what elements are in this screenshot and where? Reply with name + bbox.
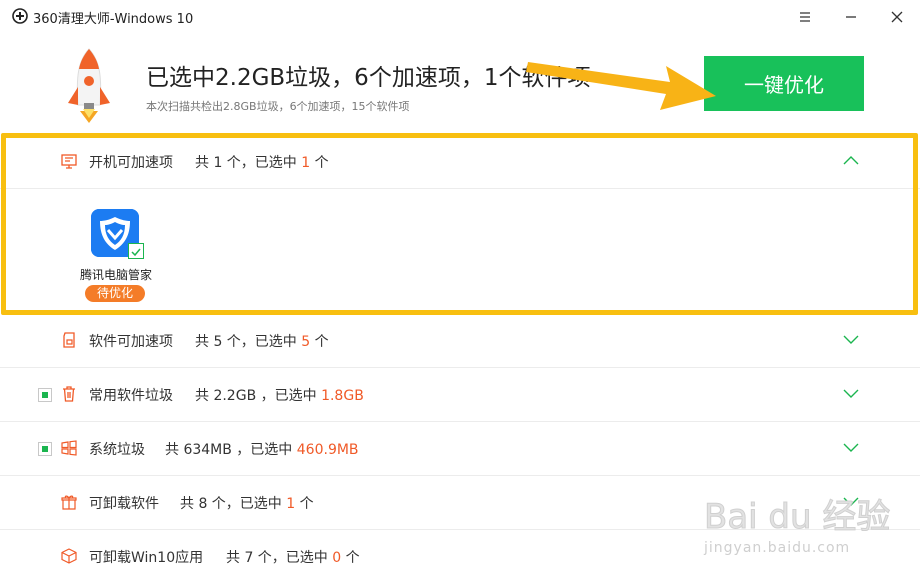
rocket-icon xyxy=(68,48,110,123)
app-name: 腾讯电脑管家 xyxy=(79,268,152,282)
selected-size: 1.8GB xyxy=(321,388,364,404)
title-bar: 360清理大师-Windows 10 xyxy=(0,0,920,34)
app-checkbox[interactable] xyxy=(128,243,144,259)
menu-icon xyxy=(800,12,810,22)
close-button[interactable] xyxy=(884,4,910,30)
section-software-speed-header[interactable]: 软件可加速项 共 5 个，已选中 5 个 xyxy=(0,313,920,367)
minimize-button[interactable] xyxy=(838,4,864,30)
startup-apps-panel: 腾讯电脑管家 待优化 xyxy=(0,188,920,312)
watermark-url: jingyan.baidu.com xyxy=(704,540,851,556)
close-icon xyxy=(891,11,903,23)
gift-box-icon xyxy=(61,495,77,510)
check-icon xyxy=(131,248,141,257)
section-uninstall-software: 可卸载软件 共 8 个，已选中 1 个 xyxy=(0,475,920,530)
selected-count: 0 xyxy=(332,550,342,566)
section-startup: 开机可加速项 共 1 个，已选中 1 个 xyxy=(0,134,920,189)
section-checkbox[interactable] xyxy=(38,442,52,456)
summary-header: 已选中2.2GB垃圾，6个加速项，1个软件项 本次扫描共检出2.8GB垃圾，6个… xyxy=(0,34,920,130)
section-label: 软件可加速项 xyxy=(89,334,173,350)
section-label: 可卸载软件 xyxy=(89,496,159,512)
section-software-junk: 常用软件垃圾 共 2.2GB ，已选中 1.8GB xyxy=(0,367,920,422)
section-label: 可卸载Win10应用 xyxy=(89,550,204,566)
section-startup-header[interactable]: 开机可加速项 共 1 个，已选中 1 个 xyxy=(0,134,920,188)
selected-count: 1 xyxy=(286,496,296,512)
section-stat: 共 5 个，已选中 5 个 xyxy=(195,334,329,350)
section-system-junk-header[interactable]: 系统垃圾 共 634MB ，已选中 460.9MB xyxy=(0,421,920,475)
section-label: 常用软件垃圾 xyxy=(89,388,173,404)
monitor-icon xyxy=(61,154,77,169)
section-stat: 共 8 个，已选中 1 个 xyxy=(180,496,314,512)
selection-summary: 已选中2.2GB垃圾，6个加速项，1个软件项 xyxy=(146,65,591,91)
section-uninstall-software-header[interactable]: 可卸载软件 共 8 个，已选中 1 个 xyxy=(0,475,920,529)
section-stat: 共 634MB ，已选中 460.9MB xyxy=(165,442,359,458)
section-checkbox[interactable] xyxy=(38,388,52,402)
sd-card-icon xyxy=(63,332,75,348)
chevron-down-icon[interactable] xyxy=(842,387,860,399)
section-label: 系统垃圾 xyxy=(89,442,145,458)
one-click-optimize-button[interactable]: 一键优化 xyxy=(704,56,864,111)
chevron-down-icon[interactable] xyxy=(842,333,860,345)
selected-count: 5 xyxy=(301,334,311,350)
selected-count: 1 xyxy=(301,155,311,171)
chevron-down-icon[interactable] xyxy=(842,495,860,507)
section-software-speed: 软件可加速项 共 5 个，已选中 5 个 xyxy=(0,313,920,368)
section-stat: 共 1 个，已选中 1 个 xyxy=(195,155,329,171)
plus-circle-icon xyxy=(12,8,28,24)
windows-icon xyxy=(61,440,77,456)
section-label: 开机可加速项 xyxy=(89,155,173,171)
minimize-icon xyxy=(846,16,856,18)
chevron-up-icon[interactable] xyxy=(842,154,860,166)
section-software-junk-header[interactable]: 常用软件垃圾 共 2.2GB ，已选中 1.8GB xyxy=(0,367,920,421)
section-stat: 共 2.2GB ，已选中 1.8GB xyxy=(195,388,364,404)
section-system-junk: 系统垃圾 共 634MB ，已选中 460.9MB xyxy=(0,421,920,476)
section-stat: 共 7 个，已选中 0 个 xyxy=(226,550,360,566)
pending-badge: 待优化 xyxy=(85,285,145,302)
package-icon xyxy=(61,548,77,564)
chevron-down-icon[interactable] xyxy=(842,441,860,453)
window-title: 360清理大师-Windows 10 xyxy=(33,12,194,27)
scan-summary: 本次扫描共检出2.8GB垃圾，6个加速项，15个软件项 xyxy=(146,100,410,113)
selected-size: 460.9MB xyxy=(296,442,359,458)
trash-icon xyxy=(63,386,75,402)
menu-button[interactable] xyxy=(792,4,818,30)
